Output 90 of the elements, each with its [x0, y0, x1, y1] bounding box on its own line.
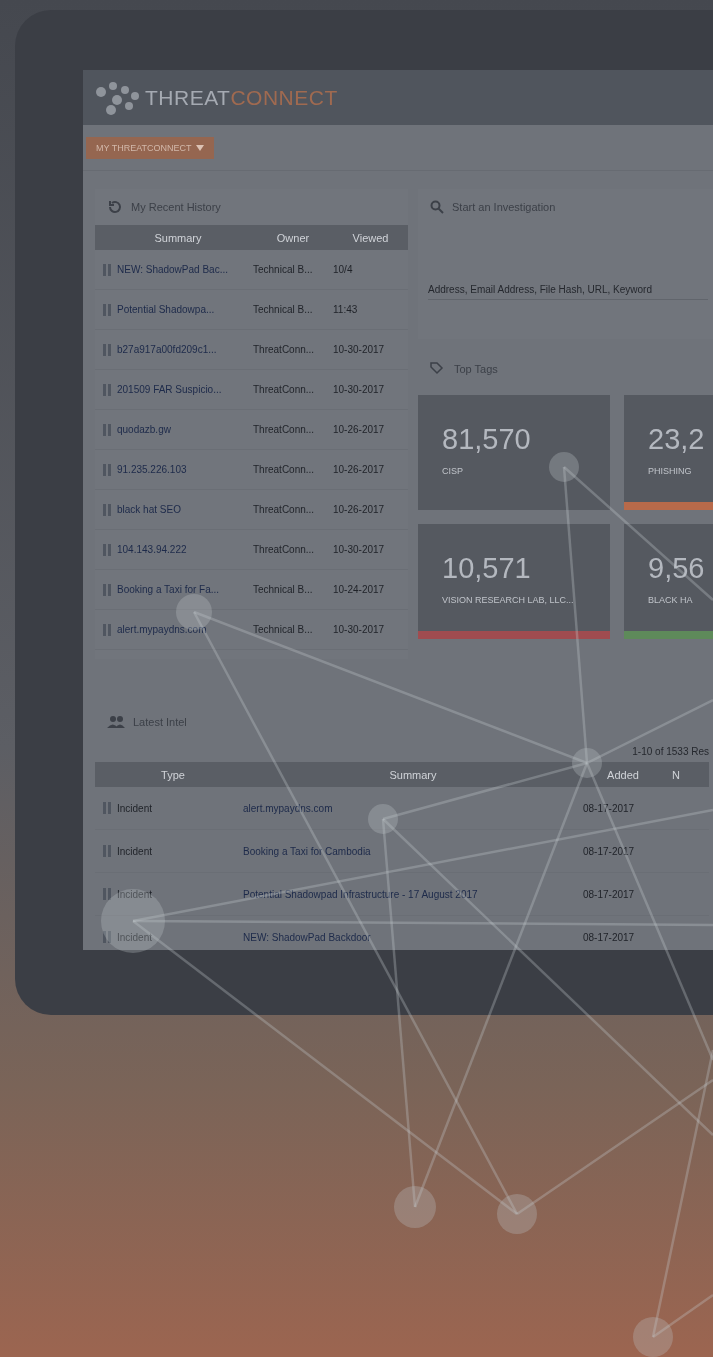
viewed-cell-text: 10/4: [333, 264, 354, 275]
column-header: Viewed: [351, 231, 390, 244]
tag-card[interactable]: 9,56 BLACK HA: [624, 524, 713, 639]
item-icon: [103, 383, 111, 396]
column-header[interactable]: Summary: [243, 768, 583, 781]
item-icon: [103, 503, 111, 516]
viewed-cell-text: 10-30-2017: [333, 384, 386, 395]
summary-link[interactable]: 201509 FAR Suspicio...: [117, 384, 222, 395]
tag-name: PHISHING: [648, 466, 693, 476]
added-cell-text: 08-17-2017: [583, 888, 636, 900]
owner-cell-text: ThreatConn...: [253, 424, 316, 435]
owner-cell-text: ThreatConn...: [253, 464, 316, 475]
caret-icon: [195, 144, 204, 151]
item-icon: [103, 623, 111, 636]
incident-icon: [103, 802, 111, 814]
item-icon: [103, 263, 111, 276]
item-icon: [103, 343, 111, 356]
owner-cell-text: ThreatConn...: [253, 344, 316, 355]
viewed-cell-text: 10-30-2017: [333, 624, 386, 635]
type-cell: Incident: [117, 845, 153, 857]
summary-link[interactable]: b27a917a00fd209c1...: [117, 344, 217, 355]
owner-cell-text: Technical B...: [253, 304, 314, 315]
owner-cell-text: Technical B...: [253, 264, 314, 275]
summary-link[interactable]: Potential Shadowpa...: [117, 304, 215, 315]
item-icon: [103, 583, 111, 596]
viewed-cell-text: 10-26-2017: [333, 464, 386, 475]
viewed-cell-text: 10-30-2017: [333, 344, 386, 355]
tag-count: 9,56: [648, 552, 706, 585]
type-cell: Incident: [117, 802, 153, 814]
owner-cell-text: ThreatConn...: [253, 544, 316, 555]
network-node: [101, 889, 165, 953]
tag-name: VISION RESEARCH LAB, LLC...: [442, 595, 575, 605]
viewed-cell-text: 10-30-2017: [333, 544, 386, 555]
network-node: [549, 452, 579, 482]
summary-link[interactable]: Booking a Taxi for Cambodia: [243, 845, 583, 857]
summary-link[interactable]: NEW: ShadowPad Bac...: [117, 264, 228, 275]
item-icon: [103, 463, 111, 476]
menu-dropdown-button[interactable]: MY THREATCONNECT: [86, 136, 214, 159]
history-icon: [107, 199, 123, 215]
logo-wordmark: THREATCONNECT: [145, 85, 338, 110]
owner-cell-text: Technical B...: [253, 624, 314, 635]
tag-name: BLACK HA: [648, 595, 694, 605]
tag-count: 10,571: [442, 552, 532, 585]
owner-cell-text: ThreatConn...: [253, 504, 316, 515]
owner-cell-text: ThreatConn...: [253, 384, 316, 395]
summary-link[interactable]: alert.mypaydns.com: [117, 624, 207, 635]
viewed-cell-text: 10-26-2017: [333, 504, 386, 515]
column-header: Owner: [275, 231, 311, 244]
added-cell-text: 08-17-2017: [583, 931, 636, 943]
owner-cell-text: Technical B...: [253, 584, 314, 595]
network-node: [633, 1317, 673, 1357]
summary-link[interactable]: alert.mypaydns.com: [243, 802, 583, 814]
users-icon: [107, 715, 125, 729]
tag-card[interactable]: 23,2 PHISHING: [624, 395, 713, 510]
added-cell-text: 08-17-2017: [583, 802, 636, 814]
column-header[interactable]: Type: [103, 768, 243, 781]
summary-link[interactable]: 104.143.94.222: [117, 544, 187, 555]
summary-link[interactable]: NEW: ShadowPad Backdoor: [243, 931, 583, 943]
viewed-cell-text: 10-24-2017: [333, 584, 386, 595]
search-field[interactable]: Address, Email Address, File Hash, URL, Keyword: [428, 280, 708, 300]
tag-card[interactable]: 81,570 CISP: [418, 395, 610, 510]
incident-icon: [103, 845, 111, 857]
summary-link[interactable]: 91.235.226.103: [117, 464, 187, 475]
summary-link[interactable]: quodazb.gw: [117, 424, 171, 435]
item-icon: [103, 423, 111, 436]
summary-link[interactable]: black hat SEO: [117, 504, 181, 515]
column-header[interactable]: Added: [583, 768, 663, 781]
item-icon: [103, 303, 111, 316]
network-node: [497, 1194, 537, 1234]
viewed-cell-text: 10-26-2017: [333, 424, 386, 435]
network-node: [572, 748, 602, 778]
network-node: [368, 804, 398, 834]
column-header: Summary: [153, 231, 203, 244]
summary-link[interactable]: Potential Shadowpad Infrastructure - 17 August 2017: [243, 888, 583, 900]
pagination-text: 1-10 of 1533 Res: [632, 745, 709, 757]
item-icon: [103, 543, 111, 556]
added-cell-text: 08-17-2017: [583, 845, 636, 857]
search-icon: [430, 200, 444, 214]
tag-card[interactable]: 10,571 VISION RESEARCH LAB, LLC...: [418, 524, 610, 639]
incident-icon: [103, 931, 111, 943]
tag-count: 81,570: [442, 423, 532, 456]
column-header[interactable]: N: [663, 768, 689, 781]
viewed-cell-text: 11:43: [333, 304, 359, 315]
type-cell: Incident: [117, 888, 153, 900]
tag-icon: [430, 362, 446, 376]
summary-link[interactable]: Booking a Taxi for Fa...: [117, 584, 220, 595]
tag-count: 23,2: [648, 423, 706, 456]
incident-icon: [103, 888, 111, 900]
tag-name: CISP: [442, 466, 464, 476]
network-node: [394, 1186, 436, 1228]
